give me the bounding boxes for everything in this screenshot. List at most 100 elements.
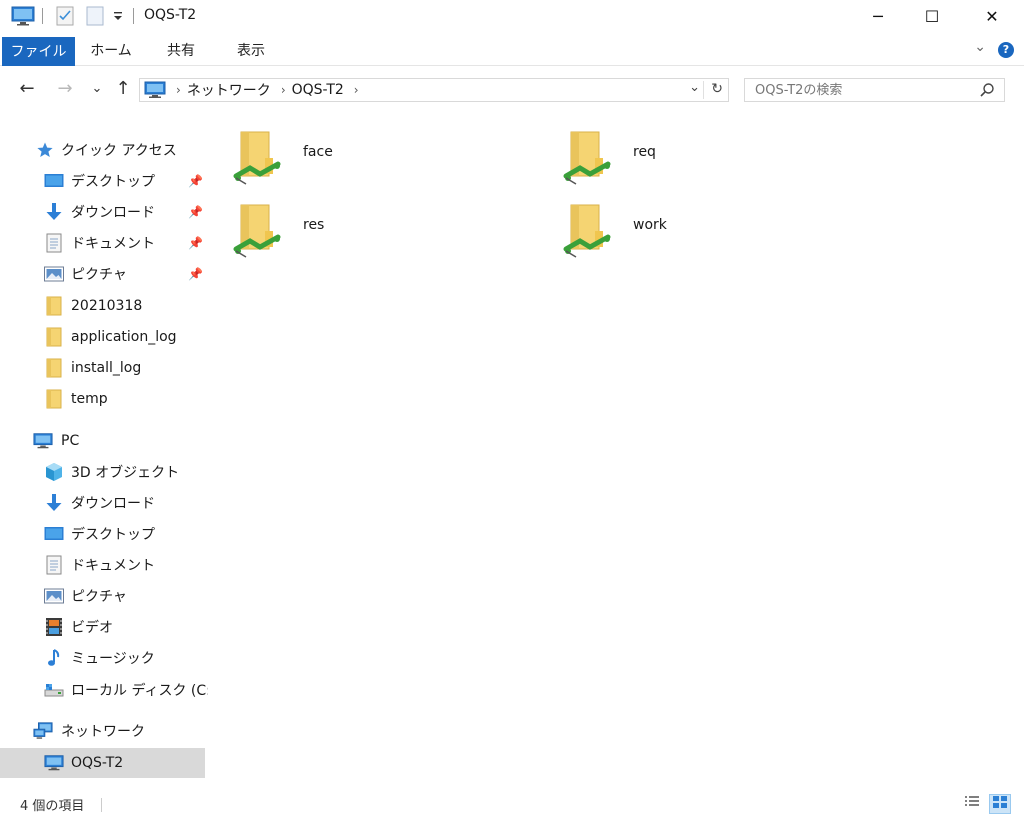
nav-label: デスクトップ	[71, 174, 155, 190]
minimize-button[interactable]: ─	[855, 0, 901, 33]
nav-label: ローカル ディスク (C:)	[71, 683, 217, 699]
pin-icon[interactable]: 📌	[188, 267, 203, 281]
up-button[interactable]: ↑	[112, 78, 134, 100]
nav-item-pc-documents[interactable]: ドキュメント	[0, 550, 205, 580]
nav-item-pc-videos[interactable]: ビデオ	[0, 612, 205, 642]
new-folder-icon[interactable]	[86, 5, 104, 27]
breadcrumb-separator[interactable]: ›	[354, 83, 359, 97]
folder-name: work	[633, 217, 667, 233]
document-icon	[44, 555, 64, 575]
folder-icon	[44, 358, 64, 378]
nav-label: ピクチャ	[71, 589, 127, 605]
properties-icon[interactable]	[56, 5, 74, 27]
folder-name: face	[303, 144, 333, 160]
nav-item-oqs-t2[interactable]: OQS-T2	[0, 748, 205, 778]
nav-label: application_log	[71, 329, 177, 345]
tab-file[interactable]: ファイル	[2, 37, 75, 67]
close-button[interactable]: ✕	[969, 0, 1015, 33]
nav-label: ダウンロード	[71, 205, 155, 221]
recent-locations-button[interactable]: ⌄	[86, 78, 108, 100]
help-button[interactable]: ?	[998, 42, 1014, 58]
nav-label: temp	[71, 391, 108, 407]
nav-label: ネットワーク	[61, 724, 145, 740]
search-input[interactable]	[745, 79, 965, 101]
nav-quick-access[interactable]: クイック アクセス	[0, 135, 205, 165]
navigation-pane: クイック アクセス デスクトップ 📌 ダウンロード 📌 ドキュメント 📌 ピクチ…	[0, 112, 216, 790]
nav-item-pc-downloads[interactable]: ダウンロード	[0, 488, 205, 518]
shared-folder-res[interactable]: res	[208, 195, 508, 261]
navigation-bar: ← → ⌄ ↑ › ネットワーク › OQS-T2 › ⌄ ↻	[0, 66, 1024, 112]
tab-view[interactable]: 表示	[226, 37, 276, 65]
document-icon	[44, 233, 64, 253]
computer-icon[interactable]	[11, 5, 35, 27]
nav-label: install_log	[71, 360, 142, 376]
address-bar[interactable]: › ネットワーク › OQS-T2 › ⌄ ↻	[139, 78, 729, 102]
search-icon[interactable]	[979, 82, 995, 102]
address-dropdown-button[interactable]: ⌄	[689, 80, 700, 95]
music-icon	[44, 648, 64, 668]
separator	[101, 798, 102, 812]
nav-item-folder-install-log[interactable]: install_log	[0, 353, 205, 383]
shared-folder-face[interactable]: face	[208, 122, 508, 188]
nav-item-pc-desktop[interactable]: デスクトップ	[0, 519, 205, 549]
nav-label: OQS-T2	[71, 755, 124, 771]
nav-label: ドキュメント	[71, 236, 155, 252]
nav-label: ドキュメント	[71, 558, 155, 574]
back-button[interactable]: ←	[16, 78, 38, 100]
nav-label: PC	[61, 433, 80, 449]
nav-item-local-disk[interactable]: ローカル ディスク (C:)	[0, 675, 216, 705]
download-icon	[44, 202, 64, 222]
computer-icon	[44, 753, 64, 773]
large-icons-view-button[interactable]	[989, 794, 1011, 814]
expand-ribbon-button[interactable]: ⌄	[974, 39, 986, 55]
nav-network[interactable]: ネットワーク	[0, 716, 205, 746]
nav-item-pc-music[interactable]: ミュージック	[0, 643, 205, 673]
nav-item-3d-objects[interactable]: 3D オブジェクト	[0, 457, 205, 487]
nav-item-pc-pictures[interactable]: ピクチャ	[0, 581, 205, 611]
breadcrumb-separator[interactable]: ›	[281, 83, 286, 97]
large-icons-view-icon	[992, 795, 1008, 813]
pin-icon[interactable]: 📌	[188, 205, 203, 219]
desktop-icon	[44, 524, 64, 544]
nav-label: デスクトップ	[71, 527, 155, 543]
tab-share[interactable]: 共有	[156, 37, 206, 65]
breadcrumb-separator[interactable]: ›	[176, 83, 181, 97]
nav-item-folder-temp[interactable]: temp	[0, 384, 205, 414]
nav-item-folder-20210318[interactable]: 20210318	[0, 291, 205, 321]
pin-icon[interactable]: 📌	[188, 236, 203, 250]
shared-folder-icon	[562, 128, 612, 192]
nav-item-pictures[interactable]: ピクチャ 📌	[0, 259, 205, 289]
picture-icon	[44, 586, 64, 606]
search-box[interactable]	[744, 78, 1005, 102]
forward-button[interactable]: →	[54, 78, 76, 100]
shared-folder-icon	[232, 128, 282, 192]
customize-quick-access-icon[interactable]	[112, 5, 124, 27]
folder-icon	[44, 296, 64, 316]
nav-label: クイック アクセス	[61, 143, 177, 159]
ribbon: ファイル ホーム 共有 表示 ⌄ ?	[0, 33, 1024, 67]
computer-icon	[33, 431, 53, 451]
shared-folder-req[interactable]: req	[538, 122, 838, 188]
maximize-button[interactable]: ☐	[909, 0, 955, 33]
pin-icon[interactable]: 📌	[188, 174, 203, 188]
folder-name: req	[633, 144, 656, 160]
nav-label: ミュージック	[71, 651, 155, 667]
shared-folder-work[interactable]: work	[538, 195, 838, 261]
window-title: OQS-T2	[144, 7, 197, 23]
picture-icon	[44, 264, 64, 284]
tab-home[interactable]: ホーム	[84, 37, 138, 65]
nav-item-documents[interactable]: ドキュメント 📌	[0, 228, 205, 258]
breadcrumb-network[interactable]: ネットワーク	[187, 80, 271, 100]
refresh-button[interactable]: ↻	[711, 81, 723, 97]
nav-pc[interactable]: PC	[0, 426, 205, 456]
status-bar: 4 個の項目	[0, 790, 1024, 819]
nav-item-desktop[interactable]: デスクトップ 📌	[0, 166, 205, 196]
details-view-button[interactable]	[961, 794, 983, 814]
breadcrumb-oqs-t2[interactable]: OQS-T2	[292, 82, 344, 98]
nav-label: 20210318	[71, 298, 143, 314]
nav-item-folder-application-log[interactable]: application_log	[0, 322, 205, 352]
nav-item-downloads[interactable]: ダウンロード 📌	[0, 197, 205, 227]
title-bar: OQS-T2 ─ ☐ ✕	[0, 0, 1024, 33]
separator	[133, 8, 134, 24]
item-count: 4 個の項目	[20, 799, 85, 814]
